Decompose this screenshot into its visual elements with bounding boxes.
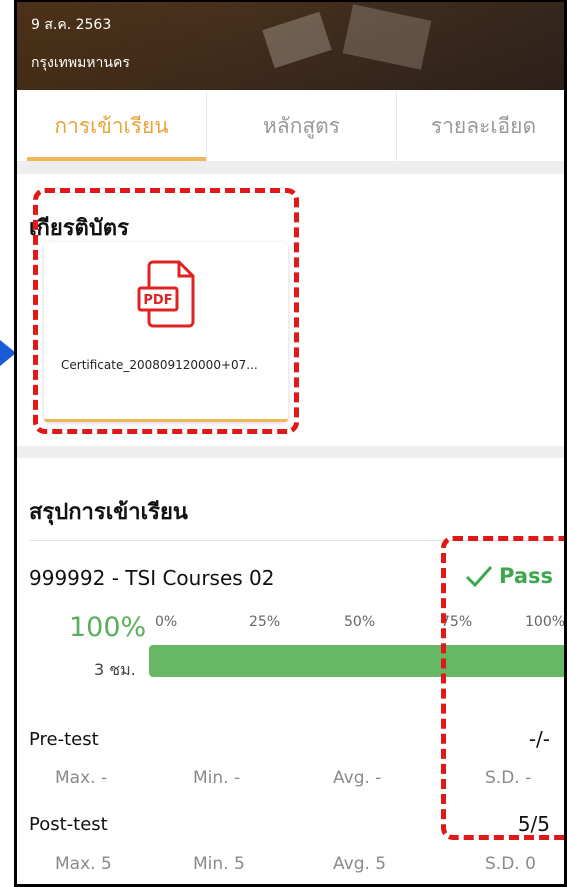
header-banner: 9 ส.ค. 2563 กรุงเทพมหานคร: [17, 2, 564, 90]
tab-details[interactable]: รายละเอียด: [397, 92, 564, 161]
app-screen: 9 ส.ค. 2563 กรุงเทพมหานคร การเข้าเรียน ห…: [14, 0, 567, 887]
progress-percent: 100%: [69, 612, 147, 643]
post-test-avg: Avg. 5: [333, 854, 387, 874]
study-hours: 3 ชม.: [94, 660, 136, 679]
progress-tick-50: 50%: [344, 614, 376, 630]
post-test-max: Max. 5: [55, 854, 112, 874]
tab-attendance[interactable]: การเข้าเรียน: [17, 92, 207, 161]
pre-test-min: Min. -: [193, 768, 241, 788]
course-name: 999992 - TSI Courses 02: [29, 566, 275, 590]
event-location: กรุงเทพมหานคร: [31, 55, 130, 71]
pre-test-avg: Avg. -: [333, 768, 382, 788]
post-test-label: Post-test: [29, 814, 108, 835]
section-divider: [17, 162, 564, 174]
tab-courses[interactable]: หลักสูตร: [207, 92, 397, 161]
tab-bar: การเข้าเรียน หลักสูตร รายละเอียด: [17, 92, 564, 162]
post-test-min: Min. 5: [193, 854, 245, 874]
progress-tick-0: 0%: [155, 614, 178, 630]
post-test-sd: S.D. 0: [485, 854, 536, 874]
highlight-box-pass-results: [441, 536, 564, 840]
progress-tick-25: 25%: [249, 614, 281, 630]
pre-test-label: Pre-test: [29, 729, 99, 750]
pre-test-max: Max. -: [55, 768, 108, 788]
summary-section-title: สรุปการเข้าเรียน: [29, 500, 188, 525]
highlight-box-certificate: [33, 188, 299, 434]
section-divider: [17, 446, 564, 458]
event-date: 9 ส.ค. 2563: [31, 17, 112, 33]
